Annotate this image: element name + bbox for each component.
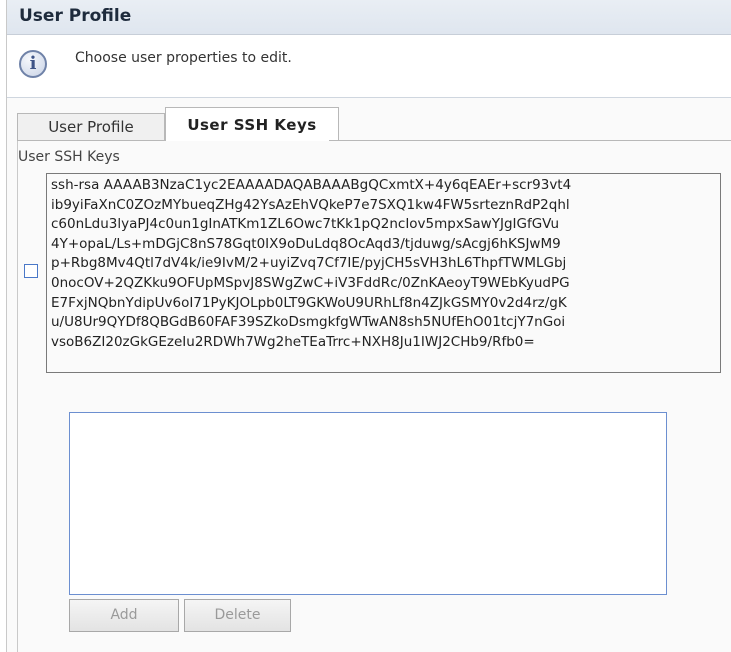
ssh-key-line: ib9yiFaXnC0ZOzMYbueqZHg42YsAzEhVQkeP7e7S… bbox=[51, 196, 570, 213]
ssh-key-line: 4Y+opaL/Ls+mDGjC8nS78Gqt0IX9oDuLdq8OcAqd… bbox=[51, 235, 561, 252]
info-banner: i Choose user properties to edit. bbox=[7, 35, 731, 98]
ssh-key-entry: ssh-rsa AAAAB3NzaC1yc2EAAAADAQABAAABgQCx… bbox=[46, 173, 721, 373]
section-label: User SSH Keys bbox=[18, 149, 120, 165]
ssh-key-line: u/U8Ur9QYDf8QBGdB60FAF39SZkoDsmgkfgWTwAN… bbox=[51, 314, 566, 331]
tab-user-ssh-keys[interactable]: User SSH Keys bbox=[165, 107, 339, 141]
tab-user-profile[interactable]: User Profile bbox=[17, 113, 165, 141]
tab-bar: User Profile User SSH Keys bbox=[17, 107, 731, 141]
info-icon: i bbox=[19, 50, 47, 78]
ssh-key-line: vsoB6ZI20zGkGEzeIu2RDWh7Wg2heTEaTrrc+NXH… bbox=[51, 333, 535, 350]
ssh-key-line: 0nocOV+2QZKku9OFUpMSpvJ8SWgZwC+iV3FddRc/… bbox=[51, 274, 570, 291]
ssh-keys-tab-content: User SSH Keys ssh-rsa AAAAB3NzaC1yc2EAAA… bbox=[17, 141, 731, 652]
panel-header: User Profile bbox=[7, 0, 731, 35]
ssh-key-line: ssh-rsa AAAAB3NzaC1yc2EAAAADAQABAAABgQCx… bbox=[51, 177, 572, 193]
add-button[interactable]: Add bbox=[69, 599, 179, 632]
ssh-key-line: p+Rbg8Mv4Qtl7dV4k/ie9IvM/2+uyiZvq7Cf7IE/… bbox=[51, 255, 567, 272]
info-message: Choose user properties to edit. bbox=[75, 50, 292, 66]
delete-button[interactable]: Delete bbox=[184, 599, 291, 632]
ssh-key-checkbox[interactable] bbox=[24, 264, 38, 278]
ssh-key-line: E7FxjNQbnYdipUv6oI71PyKJOLpb0LT9GKWoU9UR… bbox=[51, 294, 567, 311]
new-ssh-key-textarea[interactable] bbox=[69, 412, 667, 595]
panel-title: User Profile bbox=[19, 6, 132, 26]
ssh-key-line: c60nLdu3lyaPJ4c0un1gInATKm1ZL6Owc7tKk1pQ… bbox=[51, 216, 560, 233]
user-profile-panel: User Profile i Choose user properties to… bbox=[6, 0, 731, 652]
